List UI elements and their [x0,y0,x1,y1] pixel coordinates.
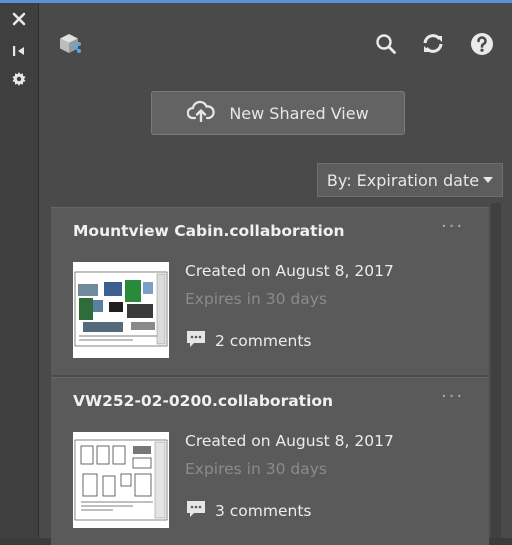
shared-view-card[interactable]: Mountview Cabin.collaboration ··· Create… [51,207,489,375]
collapse-icon[interactable] [8,41,30,61]
palette-side-rail [0,3,39,538]
close-icon[interactable] [8,9,30,29]
cloud-upload-icon [186,100,216,126]
drawing-thumbnail [73,262,169,358]
comments-count: 3 comments [215,502,312,520]
created-date: Created on August 8, 2017 [185,432,394,450]
more-icon[interactable]: ··· [441,386,464,407]
expiration-text: Expires in 30 days [185,290,327,308]
expiration-text: Expires in 30 days [185,460,327,478]
sort-dropdown[interactable]: By: Expiration date [317,163,503,197]
new-shared-view-button[interactable]: New Shared View [151,91,405,135]
comments-link[interactable]: 2 comments [185,329,312,353]
created-date: Created on August 8, 2017 [185,262,394,280]
comments-count: 2 comments [215,332,312,350]
search-icon[interactable] [373,31,399,57]
help-icon[interactable] [469,31,495,57]
more-icon[interactable]: ··· [441,216,464,237]
comment-icon [185,329,207,353]
scrollbar[interactable] [491,203,501,538]
new-shared-view-label: New Shared View [229,103,369,123]
chevron-down-icon [483,177,494,183]
shared-view-card[interactable]: VW252-02-0200.collaboration ··· Created … [51,377,489,545]
cube-share-icon [57,31,83,57]
settings-icon[interactable] [8,69,30,89]
comments-link[interactable]: 3 comments [185,499,312,523]
card-title: Mountview Cabin.collaboration [73,222,345,240]
drawing-thumbnail [73,432,169,528]
shared-views-panel: New Shared View By: Expiration date Moun… [39,3,512,545]
sort-label: By: Expiration date [326,170,480,190]
card-title: VW252-02-0200.collaboration [73,392,334,410]
refresh-icon[interactable] [420,31,446,57]
comment-icon [185,499,207,523]
